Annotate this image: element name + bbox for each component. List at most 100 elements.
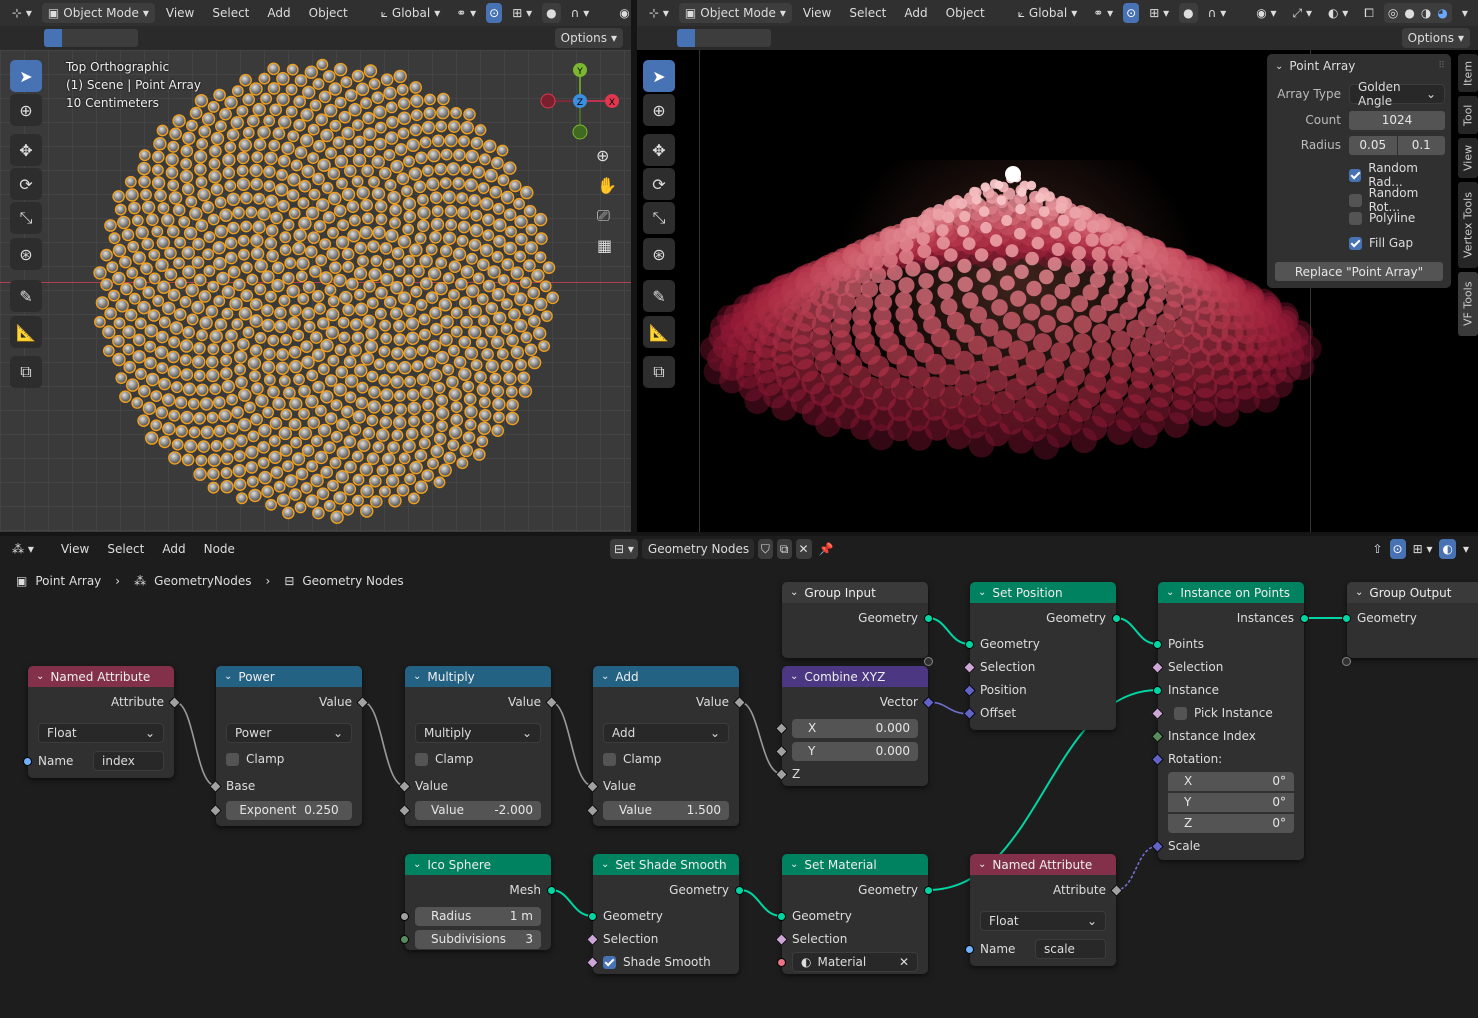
menu-select-right[interactable]: Select: [842, 6, 893, 20]
socket-geometry-out[interactable]: [1300, 614, 1309, 623]
measure-tool-right[interactable]: 📐: [643, 316, 675, 348]
socket-empty-in[interactable]: [1342, 657, 1351, 666]
left-viewport[interactable]: Top Orthographic (1) Scene | Point Array…: [0, 50, 631, 532]
radius-max-field[interactable]: 0.1: [1397, 135, 1445, 155]
node-tree-browse-icon[interactable]: ⊟ ▾: [610, 539, 638, 559]
pan-hand-icon[interactable]: ✋: [597, 176, 617, 195]
tab-item[interactable]: Item: [1458, 54, 1478, 92]
socket-geometry-out[interactable]: [924, 886, 933, 895]
name-field[interactable]: index: [93, 751, 164, 771]
node-tree-selector[interactable]: ⊟ ▾ Geometry Nodes ⛉ ⧉ ✕ 📌: [610, 539, 837, 559]
shading-options-icon[interactable]: ▾: [1456, 3, 1474, 23]
select-new-icon[interactable]: [677, 29, 695, 47]
random-rad-checkbox[interactable]: Random Rad...: [1349, 161, 1451, 189]
menu-select[interactable]: Select: [205, 6, 256, 20]
y-field[interactable]: Y 0.000: [792, 741, 918, 761]
socket-geometry-in[interactable]: [777, 912, 786, 921]
move-tool-right[interactable]: ✥: [643, 134, 675, 166]
menu-view-nodes[interactable]: View: [54, 542, 96, 556]
clamp-row[interactable]: Clamp: [405, 748, 551, 770]
select-mode-buttons[interactable]: [44, 29, 138, 47]
subdivisions-field[interactable]: Subdivisions 3: [415, 929, 541, 949]
rotate-tool-right[interactable]: ⟳: [643, 168, 675, 200]
snap-target-button-right[interactable]: ⊞ ▾: [1143, 3, 1175, 23]
node-header[interactable]: ⌄ Combine XYZ: [782, 666, 928, 687]
transform-tool-right[interactable]: ⊛: [643, 238, 675, 270]
socket-geometry-in[interactable]: [965, 640, 974, 649]
rendered-shading-icon[interactable]: ◕: [1437, 6, 1447, 20]
checkbox-icon[interactable]: [415, 752, 428, 766]
node-header[interactable]: ⌄ Named Attribute: [28, 666, 174, 687]
transform-tool[interactable]: ⊛: [10, 238, 42, 270]
socket-geometry-out[interactable]: [735, 886, 744, 895]
node-add[interactable]: ⌄ Add Value Add ⌄ Clamp Value Value 1.500: [586, 666, 746, 826]
drag-handle-icon[interactable]: ⠿: [1438, 61, 1445, 71]
node-header[interactable]: ⌄ Group Output: [1347, 582, 1478, 603]
checkbox-icon[interactable]: [603, 955, 616, 969]
node-combine-xyz[interactable]: ⌄ Combine XYZ Vector X 0.000 Y 0.000 Z: [775, 666, 935, 786]
socket-geometry-out[interactable]: [924, 614, 933, 623]
checkbox-icon[interactable]: [603, 752, 616, 766]
array-type-dropdown[interactable]: Golden Angle ⌄: [1349, 80, 1445, 108]
data-type-dropdown[interactable]: Float ⌄: [980, 911, 1106, 931]
proportional-edit-button[interactable]: ●: [542, 3, 561, 23]
menu-object-right[interactable]: Object: [939, 6, 992, 20]
socket-material-in[interactable]: [777, 958, 786, 967]
tab-view[interactable]: View: [1458, 138, 1478, 178]
menu-add[interactable]: Add: [260, 6, 297, 20]
close-icon[interactable]: ✕: [899, 955, 909, 969]
name-field[interactable]: scale: [1035, 939, 1106, 959]
editor-type-button-right[interactable]: ⊹ ▾: [643, 3, 675, 23]
operation-dropdown[interactable]: Power ⌄: [226, 723, 352, 743]
radius-min-field[interactable]: 0.05: [1349, 135, 1397, 155]
checkbox-icon[interactable]: [1349, 236, 1362, 250]
checkbox-icon[interactable]: [226, 752, 239, 766]
socket-geometry-in[interactable]: [1153, 640, 1162, 649]
operation-dropdown[interactable]: Multiply ⌄: [415, 723, 541, 743]
tab-vertex-tools[interactable]: Vertex Tools: [1458, 182, 1478, 268]
count-field[interactable]: 1024: [1349, 110, 1445, 130]
orientation-select-right[interactable]: ⟀ Global ▾: [1012, 3, 1084, 23]
overlay-nodes-icon[interactable]: ◐: [1439, 539, 1456, 559]
pivot-button-right[interactable]: ⚭ ▾: [1087, 3, 1119, 23]
socket-geometry-in[interactable]: [1153, 686, 1162, 695]
clamp-row[interactable]: Clamp: [216, 748, 362, 770]
proportional-edit-button-right[interactable]: ●: [1179, 3, 1198, 23]
socket-string-in[interactable]: [23, 757, 32, 766]
editor-type-button[interactable]: ⊹ ▾: [6, 3, 38, 23]
socket-geometry-out[interactable]: [547, 886, 556, 895]
scale-tool[interactable]: ⤡: [10, 202, 42, 234]
node-tree-name-field[interactable]: Geometry Nodes: [641, 539, 754, 559]
add-cube-tool[interactable]: ⧉: [10, 356, 42, 388]
node-named-attribute-2[interactable]: ⌄ Named Attribute Attribute Float ⌄ Name sc…: [965, 854, 1123, 966]
node-header[interactable]: ⌄ Set Position: [970, 582, 1116, 603]
xray-toggle-icon[interactable]: ⧠: [1358, 3, 1380, 23]
editor-type-button-nodes[interactable]: ⁂ ▾: [6, 539, 40, 559]
falloff-button[interactable]: ∩ ▾: [565, 3, 596, 23]
node-named-attribute-1[interactable]: ⌄ Named Attribute Attribute Float ⌄ Name in…: [23, 666, 181, 778]
pivot-button[interactable]: ⚭ ▾: [450, 3, 482, 23]
node-power[interactable]: ⌄ Power Value Power ⌄ Clamp Base Exponent 0…: [209, 666, 369, 826]
x-field[interactable]: X 0.000: [792, 718, 918, 738]
mode-select-right[interactable]: ▣ Object Mode ▾: [678, 3, 792, 23]
node-header[interactable]: ⌄ Set Shade Smooth: [593, 854, 739, 875]
fake-user-shield-icon[interactable]: ⛉: [757, 539, 773, 559]
overlay-options-icon[interactable]: ▾: [1460, 539, 1472, 559]
add-cube-tool-right[interactable]: ⧉: [643, 356, 675, 388]
select-box-tool[interactable]: ➤: [10, 60, 42, 92]
snap-button-right[interactable]: ⊙: [1123, 3, 1140, 23]
node-group-input[interactable]: ⌄ Group Input Geometry: [782, 582, 933, 666]
shade-smooth-row[interactable]: Shade Smooth: [593, 951, 739, 973]
cursor-tool-right[interactable]: ⊕: [643, 94, 675, 126]
menu-view-right[interactable]: View: [796, 6, 838, 20]
annotate-tool[interactable]: ✎: [10, 280, 42, 312]
falloff-button-right[interactable]: ∩ ▾: [1202, 3, 1233, 23]
node-ico-sphere[interactable]: ⌄ Ico Sphere Mesh Radius 1 m Subdivisions 3: [400, 854, 556, 950]
radius-field[interactable]: Radius 1 m: [415, 906, 541, 926]
node-header[interactable]: ⌄ Group Input: [782, 582, 928, 603]
annotate-tool-right[interactable]: ✎: [643, 280, 675, 312]
checkbox-icon[interactable]: [1174, 706, 1187, 720]
gizmo-toggle-icon[interactable]: ⤢ ▾: [1287, 3, 1318, 23]
node-header[interactable]: ⌄ Named Attribute: [970, 854, 1116, 875]
menu-add-right[interactable]: Add: [897, 6, 934, 20]
